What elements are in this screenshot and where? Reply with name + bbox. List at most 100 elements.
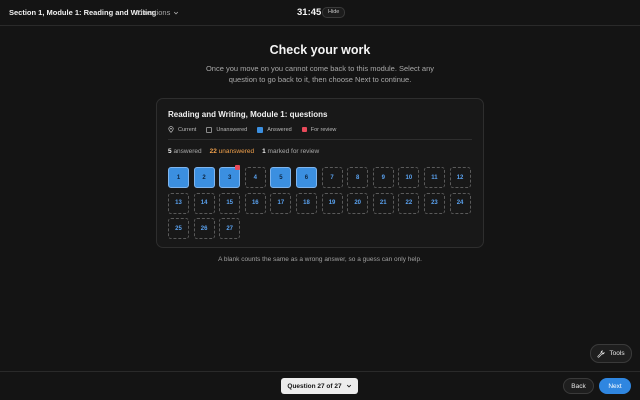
question-21-button[interactable]: 21 [372, 192, 394, 214]
hide-timer-button[interactable]: Hide [322, 7, 346, 18]
answered-summary: 5 answered [168, 148, 202, 155]
question-number: 18 [303, 200, 310, 206]
question-number: 7 [330, 174, 334, 181]
legend-answered: Answered [257, 126, 292, 133]
question-number: 14 [200, 200, 208, 206]
question-grid: 1 2 3 4 5 6 7 8 9 10 11 12 13 14 15 16 17 18 19 20 21 22 23 24 2… [168, 165, 474, 239]
summary-counts: 5 answered 22 unanswered 1 marked for re… [168, 148, 319, 155]
question-26-button[interactable]: 26 [193, 218, 215, 239]
countdown-timer: 31:45 [297, 7, 322, 18]
question-19-button[interactable]: 19 [321, 192, 343, 214]
question-number: 26 [200, 225, 208, 232]
question-number: 9 [381, 174, 385, 181]
answered-swatch [257, 126, 264, 133]
question-number: 25 [175, 225, 182, 232]
legend-review-label: For review [310, 126, 337, 133]
question-number: 19 [328, 200, 336, 206]
question-25-button[interactable]: 25 [168, 218, 189, 239]
legend-current-label: Current [178, 126, 197, 133]
answered-count: 5 [168, 148, 172, 155]
question-7-button[interactable]: 7 [321, 167, 343, 188]
legend-unanswered: Unanswered [206, 126, 248, 133]
question-23-button[interactable]: 23 [423, 192, 445, 214]
chevron-down-icon [346, 384, 351, 388]
question-number: 4 [253, 174, 257, 181]
legend: Current Unanswered Answered For review [168, 126, 346, 133]
question-number: 3 [228, 174, 232, 181]
bottom-bar: Question 27 of 27 Back Next [0, 371, 640, 400]
question-13-button[interactable]: 13 [168, 192, 189, 214]
instructions-text: Once you move on you cannot come back to… [205, 64, 435, 84]
legend-current: Current [168, 126, 196, 133]
legend-unanswered-label: Unanswered [216, 126, 248, 133]
next-button[interactable]: Next [599, 378, 631, 394]
unanswered-count: 22 [209, 148, 217, 155]
question-navigator-button[interactable]: Question 27 of 27 [281, 378, 358, 394]
card-divider [168, 139, 472, 140]
tools-label: Tools [609, 350, 625, 357]
question-9-button[interactable]: 9 [372, 167, 394, 188]
question-number: 10 [405, 174, 413, 181]
review-flag-swatch [301, 127, 307, 132]
tools-button[interactable]: Tools [590, 344, 632, 363]
directions-dropdown[interactable]: Directions [137, 8, 179, 17]
question-number: 11 [431, 174, 438, 181]
question-6-button[interactable]: 6 [295, 167, 317, 188]
question-12-button[interactable]: 12 [449, 167, 471, 188]
question-number: 22 [405, 200, 413, 206]
question-15-button[interactable]: 15 [219, 192, 241, 214]
question-5-button[interactable]: 5 [270, 167, 292, 188]
review-count: 1 [262, 148, 266, 155]
question-number: 5 [279, 174, 283, 181]
question-2-button[interactable]: 2 [193, 167, 215, 188]
guess-note: A blank counts the same as a wrong answe… [218, 256, 422, 263]
wrench-icon [597, 349, 606, 358]
answered-summary-label: answered [173, 148, 202, 155]
question-overview-card: Reading and Writing, Module 1: questions… [156, 98, 484, 248]
question-27-button[interactable]: 27 [219, 218, 241, 239]
question-1-button[interactable]: 1 [168, 167, 189, 188]
question-number: 27 [226, 225, 234, 232]
chevron-down-icon [174, 11, 179, 14]
question-number: 8 [355, 174, 360, 181]
question-number: 23 [431, 200, 438, 206]
question-16-button[interactable]: 16 [244, 192, 266, 214]
question-17-button[interactable]: 17 [270, 192, 292, 214]
question-20-button[interactable]: 20 [347, 192, 369, 214]
question-8-button[interactable]: 8 [347, 167, 369, 188]
unanswered-swatch [206, 126, 213, 133]
top-bar: Section 1, Module 1: Reading and Writing… [0, 0, 640, 26]
page-title: Check your work [269, 43, 371, 57]
question-number: 12 [456, 174, 464, 181]
question-number: 24 [456, 200, 464, 206]
legend-answered-label: Answered [267, 126, 292, 133]
directions-label: Directions [137, 8, 171, 17]
question-number: 21 [379, 200, 387, 206]
question-number: 16 [251, 200, 259, 206]
question-18-button[interactable]: 18 [295, 192, 317, 214]
review-summary: 1 marked for review [262, 148, 319, 155]
question-11-button[interactable]: 11 [423, 167, 445, 188]
question-10-button[interactable]: 10 [398, 167, 420, 188]
location-pin-icon [168, 126, 174, 133]
unanswered-summary: 22 unanswered [210, 148, 254, 155]
question-number: 13 [175, 200, 182, 206]
review-summary-label: marked for review [267, 148, 320, 155]
question-22-button[interactable]: 22 [398, 192, 420, 214]
question-number: 6 [304, 174, 309, 181]
section-title: Section 1, Module 1: Reading and Writing [9, 8, 157, 17]
review-flag-icon [235, 165, 241, 170]
back-button[interactable]: Back [563, 378, 594, 394]
question-number: 17 [277, 200, 285, 206]
unanswered-summary-label: unanswered [218, 148, 255, 155]
legend-review: For review [301, 126, 337, 133]
question-number: 20 [354, 200, 361, 206]
card-title: Reading and Writing, Module 1: questions [168, 110, 328, 119]
question-3-button[interactable]: 3 [219, 165, 241, 188]
question-navigator-label: Question 27 of 27 [287, 382, 342, 390]
question-4-button[interactable]: 4 [244, 167, 266, 188]
question-number: 1 [176, 174, 181, 181]
question-24-button[interactable]: 24 [449, 192, 471, 214]
question-number: 15 [226, 200, 234, 206]
question-14-button[interactable]: 14 [193, 192, 215, 214]
